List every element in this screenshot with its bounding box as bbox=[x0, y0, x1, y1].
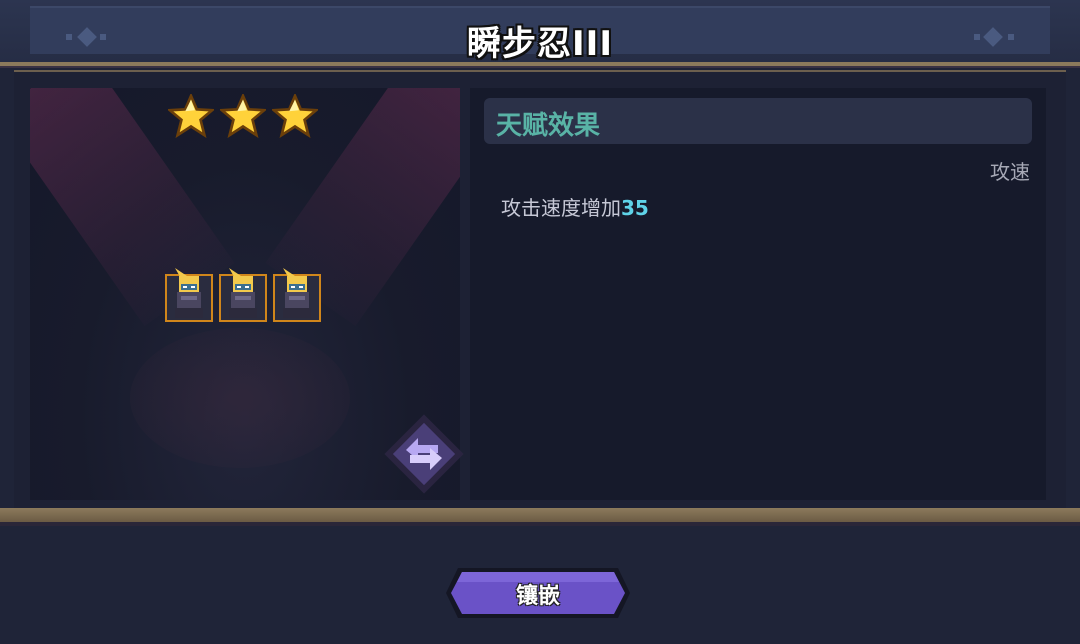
talent-description: 攻击速度增加35 bbox=[501, 192, 649, 221]
talent-panel bbox=[470, 88, 1046, 500]
talent-description-text: 攻击速度增加 bbox=[501, 196, 621, 220]
embed-button[interactable]: 镶嵌 bbox=[444, 566, 632, 620]
ninja-unit-icon bbox=[175, 268, 203, 318]
talent-header-label: 天赋效果 bbox=[496, 111, 601, 141]
ninja-unit-icon bbox=[229, 268, 257, 318]
talent-header: 天赋效果 bbox=[484, 98, 1032, 144]
ninja-unit-icon bbox=[283, 268, 311, 318]
page-title: 瞬步忍III bbox=[467, 24, 613, 64]
talent-tag: 攻速 bbox=[990, 160, 1030, 184]
title-bar: 瞬步忍III bbox=[0, 0, 1080, 66]
unit-slots bbox=[165, 268, 321, 322]
unit-slot[interactable] bbox=[219, 268, 267, 322]
embed-button-label: 镶嵌 bbox=[515, 584, 560, 609]
swap-arrows-icon bbox=[384, 414, 464, 494]
star-rating bbox=[168, 94, 328, 138]
unit-slot[interactable] bbox=[165, 268, 213, 322]
star-icon bbox=[220, 94, 266, 138]
star-icon bbox=[168, 94, 214, 138]
floor-glow bbox=[130, 328, 350, 468]
unit-slot[interactable] bbox=[273, 268, 321, 322]
talent-value: 35 bbox=[621, 196, 649, 220]
title-plate: 瞬步忍III bbox=[30, 6, 1050, 64]
star-icon bbox=[272, 94, 318, 138]
panel-divider bbox=[0, 508, 1080, 526]
swap-button[interactable] bbox=[382, 412, 466, 496]
